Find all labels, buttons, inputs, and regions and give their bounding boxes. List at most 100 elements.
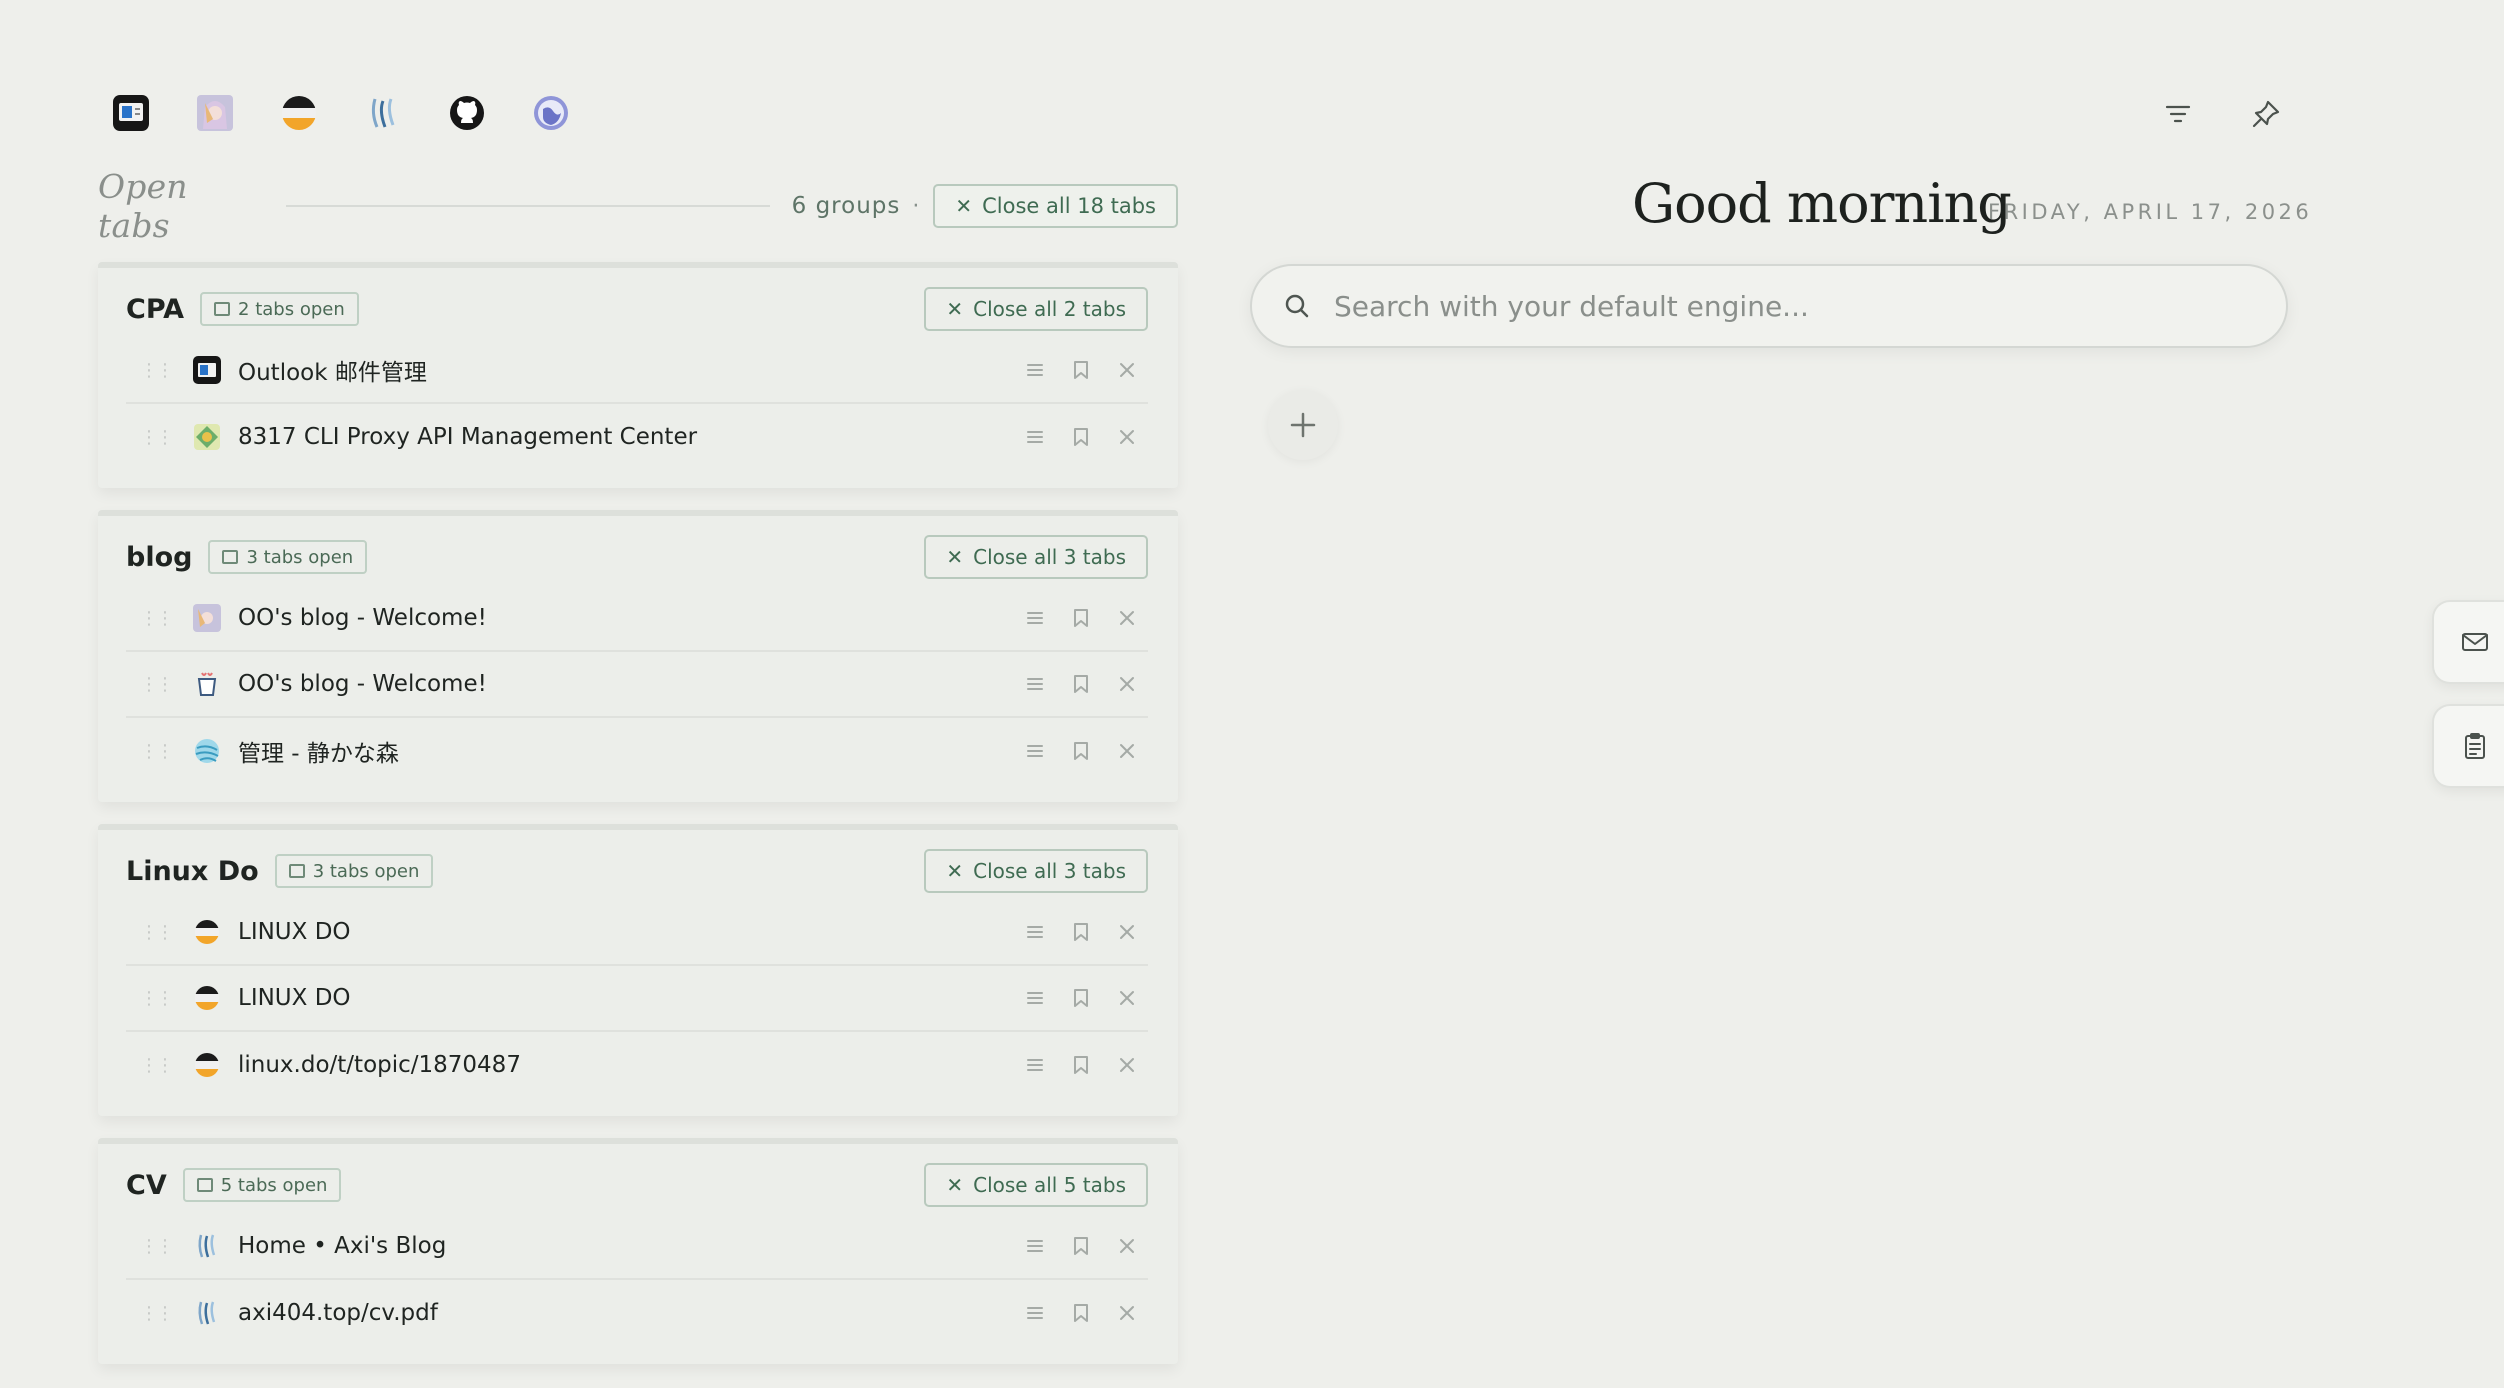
quick-link-github[interactable] xyxy=(446,92,488,134)
tab-row[interactable]: ⋮⋮ 8317 CLI Proxy API Management Center xyxy=(126,404,1148,470)
anime-avatar-icon xyxy=(192,603,222,633)
close-tab-icon[interactable] xyxy=(1116,359,1138,381)
separator-dot: · xyxy=(912,193,920,219)
bookmark-icon[interactable] xyxy=(1070,1235,1092,1257)
drag-handle-icon[interactable]: ⋮⋮ xyxy=(140,674,174,695)
tab-count-label: 5 tabs open xyxy=(220,1174,328,1196)
tab-row[interactable]: ⋮⋮ 管理 - 静かな森 xyxy=(126,718,1148,784)
bookmark-icon[interactable] xyxy=(1070,987,1092,1009)
bookmark-icon[interactable] xyxy=(1070,426,1092,448)
quick-link-avatar[interactable] xyxy=(194,92,236,134)
drag-handle-icon[interactable]: ⋮⋮ xyxy=(140,1236,174,1257)
divider xyxy=(286,205,770,207)
add-shortcut-button[interactable] xyxy=(1268,390,1338,460)
close-group-label: Close all 3 tabs xyxy=(973,545,1126,569)
close-tab-icon[interactable] xyxy=(1116,1235,1138,1257)
pin-button[interactable] xyxy=(2244,96,2288,132)
bookmark-icon[interactable] xyxy=(1070,607,1092,629)
clipboard-widget-button[interactable] xyxy=(2432,704,2504,788)
drag-handle-icon[interactable]: ⋮⋮ xyxy=(140,360,174,381)
quick-link-globe[interactable] xyxy=(530,92,572,134)
search-bar[interactable] xyxy=(1250,264,2288,348)
drag-handle-icon[interactable]: ⋮⋮ xyxy=(140,988,174,1009)
close-tab-icon[interactable] xyxy=(1116,921,1138,943)
open-tabs-header: Open tabs 6 groups · ✕ Close all 18 tabs xyxy=(98,167,1178,245)
bookmark-icon[interactable] xyxy=(1070,740,1092,762)
tab-count-badge: 5 tabs open xyxy=(182,1168,342,1202)
list-icon[interactable] xyxy=(1024,921,1046,943)
tab-row[interactable]: ⋮⋮ LINUX DO xyxy=(126,966,1148,1032)
list-icon[interactable] xyxy=(1024,359,1046,381)
list-icon[interactable] xyxy=(1024,673,1046,695)
bookmark-icon[interactable] xyxy=(1070,1302,1092,1324)
group-name: CV xyxy=(126,1169,167,1201)
anime-avatar-icon xyxy=(197,95,233,131)
quick-links-bar xyxy=(110,92,572,134)
tab-title: axi404.top/cv.pdf xyxy=(238,1300,438,1326)
close-tab-icon[interactable] xyxy=(1116,426,1138,448)
close-tab-icon[interactable] xyxy=(1116,740,1138,762)
group-name: CPA xyxy=(126,293,185,325)
bookmark-icon[interactable] xyxy=(1070,1054,1092,1076)
axi-blog-icon xyxy=(371,98,395,128)
filter-button[interactable] xyxy=(2156,96,2200,132)
drag-handle-icon[interactable]: ⋮⋮ xyxy=(140,427,174,448)
close-group-button[interactable]: ✕ Close all 3 tabs xyxy=(924,849,1148,893)
list-icon[interactable] xyxy=(1024,1302,1046,1324)
close-tab-icon[interactable] xyxy=(1116,987,1138,1009)
quick-link-linux-do[interactable] xyxy=(278,92,320,134)
bookmark-icon[interactable] xyxy=(1070,673,1092,695)
greeting: Good morning xyxy=(1632,172,2012,235)
mail-icon xyxy=(2462,633,2488,651)
tab-row[interactable]: ⋮⋮ OO's blog - Welcome! xyxy=(126,586,1148,652)
bookmark-icon[interactable] xyxy=(1070,359,1092,381)
list-icon[interactable] xyxy=(1024,426,1046,448)
drag-handle-icon[interactable]: ⋮⋮ xyxy=(140,1055,174,1076)
tab-row[interactable]: ⋮⋮ linux.do/t/topic/1870487 xyxy=(126,1032,1148,1098)
close-all-tabs-label: Close all 18 tabs xyxy=(982,194,1156,218)
close-all-tabs-button[interactable]: ✕ Close all 18 tabs xyxy=(933,184,1178,228)
drag-handle-icon[interactable]: ⋮⋮ xyxy=(140,1303,174,1324)
mail-widget-button[interactable] xyxy=(2432,600,2504,684)
tab-count-badge: 2 tabs open xyxy=(200,292,359,326)
drag-handle-icon[interactable]: ⋮⋮ xyxy=(140,922,174,943)
linux-do-icon xyxy=(192,983,222,1013)
close-group-label: Close all 5 tabs xyxy=(973,1173,1126,1197)
outlook-icon xyxy=(113,95,149,131)
drag-handle-icon[interactable]: ⋮⋮ xyxy=(140,608,174,629)
close-group-button[interactable]: ✕ Close all 5 tabs xyxy=(924,1163,1148,1207)
github-icon xyxy=(450,96,484,130)
clipboard-icon xyxy=(2465,733,2485,759)
quick-link-outlook[interactable] xyxy=(110,92,152,134)
close-tab-icon[interactable] xyxy=(1116,607,1138,629)
tab-row[interactable]: ⋮⋮ Outlook 邮件管理 xyxy=(126,338,1148,404)
tab-row[interactable]: ⋮⋮ LINUX DO xyxy=(126,900,1148,966)
close-icon: ✕ xyxy=(946,1173,964,1197)
list-icon[interactable] xyxy=(1024,1235,1046,1257)
close-tab-icon[interactable] xyxy=(1116,1054,1138,1076)
tab-row[interactable]: ⋮⋮ axi404.top/cv.pdf xyxy=(126,1280,1148,1346)
plus-icon xyxy=(1290,412,1316,438)
quick-link-axi-blog[interactable] xyxy=(362,92,404,134)
close-tab-icon[interactable] xyxy=(1116,673,1138,695)
tab-group-linux-do: Linux Do 3 tabs open ✕ Close all 3 tabs … xyxy=(98,824,1178,1116)
list-icon[interactable] xyxy=(1024,740,1046,762)
close-group-label: Close all 2 tabs xyxy=(973,297,1126,321)
list-icon[interactable] xyxy=(1024,607,1046,629)
close-tab-icon[interactable] xyxy=(1116,1302,1138,1324)
outlook-icon xyxy=(192,355,222,385)
tab-count-label: 3 tabs open xyxy=(246,546,354,568)
bookmark-icon[interactable] xyxy=(1070,921,1092,943)
tab-group-cv: CV 5 tabs open ✕ Close all 5 tabs ⋮⋮ Hom… xyxy=(98,1138,1178,1364)
close-icon: ✕ xyxy=(955,194,973,218)
drag-handle-icon[interactable]: ⋮⋮ xyxy=(140,741,174,762)
group-count: 6 groups xyxy=(791,193,901,219)
list-icon[interactable] xyxy=(1024,987,1046,1009)
tab-row[interactable]: ⋮⋮ OO's blog - Welcome! xyxy=(126,652,1148,718)
close-group-button[interactable]: ✕ Close all 3 tabs xyxy=(924,535,1148,579)
list-icon[interactable] xyxy=(1024,1054,1046,1076)
search-input[interactable] xyxy=(1334,289,2234,323)
close-group-button[interactable]: ✕ Close all 2 tabs xyxy=(924,287,1148,331)
tab-row[interactable]: ⋮⋮ Home • Axi's Blog xyxy=(126,1214,1148,1280)
calendar-icon xyxy=(222,550,239,564)
